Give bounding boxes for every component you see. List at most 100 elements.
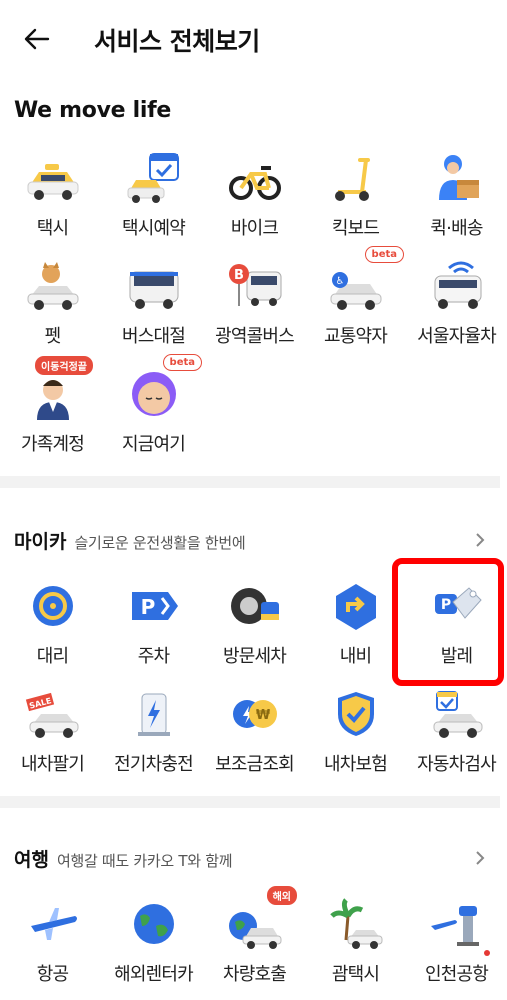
service-incheon-airport[interactable]: 인천공항 xyxy=(408,892,505,1000)
service-label: 주차 xyxy=(137,646,170,667)
service-family-account[interactable]: 이동걱정끝 가족계정 xyxy=(4,356,101,470)
svg-text:♿: ♿ xyxy=(335,276,344,287)
chevron-right-icon[interactable] xyxy=(473,530,487,550)
pet-icon xyxy=(27,262,78,310)
service-label: 가족계정 xyxy=(20,434,85,455)
worry-free-badge: 이동걱정끝 xyxy=(35,356,93,375)
service-pet[interactable]: 펫 xyxy=(4,254,101,362)
service-label: 대리 xyxy=(36,646,69,667)
service-label: 지금여기 xyxy=(121,434,186,455)
service-label: 펫 xyxy=(44,326,62,347)
overseas-rental-icon xyxy=(133,904,174,944)
service-label: 택시 xyxy=(36,218,69,239)
move-services-grid: 택시 택시예약 바이크 킥보드 퀵·배송 펫 버스대절 B 광역콜버스 ♿ be… xyxy=(0,146,507,470)
arrow-left-icon[interactable] xyxy=(22,24,52,54)
quick-delivery-icon xyxy=(438,155,479,200)
mycar-section-header[interactable]: 마이카 슬기로운 운전생활을 한번에 xyxy=(14,527,494,554)
kickboard-icon xyxy=(334,158,370,201)
metro-bus-icon: B xyxy=(228,264,281,306)
header: 서비스 전체보기 xyxy=(0,0,507,78)
page-title: 서비스 전체보기 xyxy=(94,27,260,56)
service-bus-charter[interactable]: 버스대절 xyxy=(105,254,202,362)
service-car-call[interactable]: 해외 차량호출 xyxy=(206,886,303,1000)
service-label: 자동차검사 xyxy=(417,754,497,775)
service-metro-bus[interactable]: B 광역콜버스 xyxy=(206,254,303,362)
ev-charging-icon xyxy=(137,693,170,736)
subsidy-icon: ₩ xyxy=(232,700,277,728)
svg-text:₩: ₩ xyxy=(255,708,270,723)
car-inspection-icon xyxy=(433,691,482,738)
section-subtitle: 여행갈 때도 카카오 T와 함께 xyxy=(56,852,233,870)
section-name: 마이카 xyxy=(14,531,67,553)
bike-icon xyxy=(228,166,281,200)
section-subtitle: 슬기로운 운전생활을 한번에 xyxy=(74,534,246,552)
beta-badge: beta xyxy=(162,354,202,371)
taxi-reservation-icon xyxy=(127,153,179,203)
service-label: 킥보드 xyxy=(331,218,380,239)
chevron-right-icon[interactable] xyxy=(473,848,487,868)
service-label: 교통약자 xyxy=(323,326,388,347)
accessibility-car-icon: ♿ xyxy=(330,272,381,310)
service-car-insurance[interactable]: 내차보험 xyxy=(307,682,404,790)
section-title-move: We move life xyxy=(14,98,171,123)
service-label: 택시예약 xyxy=(121,218,186,239)
service-label: 괌택시 xyxy=(331,964,380,985)
car-wash-icon xyxy=(230,588,279,624)
service-parking[interactable]: P 주차 xyxy=(105,574,202,682)
service-label: 서울자율차 xyxy=(417,326,497,347)
service-label: 바이크 xyxy=(230,218,279,239)
section-divider xyxy=(0,476,500,488)
overseas-badge: 해외 xyxy=(266,886,297,905)
service-guam-taxi[interactable]: 괌택시 xyxy=(307,892,404,1000)
service-label: 차량호출 xyxy=(222,964,287,985)
service-car-inspection[interactable]: 자동차검사 xyxy=(408,682,505,790)
service-sell-car[interactable]: SALE 내차팔기 xyxy=(4,682,101,790)
seoul-autonomous-car-icon xyxy=(434,261,481,309)
svg-text:B: B xyxy=(234,268,244,283)
section-name: 여행 xyxy=(14,849,49,871)
service-car-wash[interactable]: 방문세차 xyxy=(206,574,303,682)
service-navigation[interactable]: 내비 xyxy=(307,574,404,682)
service-label: 전기차충전 xyxy=(114,754,194,775)
airplane-icon xyxy=(30,908,77,940)
service-overseas-rental[interactable]: 해외렌터카 xyxy=(105,892,202,1000)
service-here-now[interactable]: beta 지금여기 xyxy=(105,354,202,470)
service-label: 항공 xyxy=(36,964,69,985)
service-airplane[interactable]: 항공 xyxy=(4,892,101,1000)
svg-text:P: P xyxy=(440,597,450,613)
service-bike[interactable]: 바이크 xyxy=(206,146,303,254)
service-taxi-reservation[interactable]: 택시예약 xyxy=(105,146,202,254)
service-label: 내차보험 xyxy=(323,754,388,775)
service-taxi[interactable]: 택시 xyxy=(4,146,101,254)
service-label: 퀵·배송 xyxy=(430,218,483,239)
travel-section-header[interactable]: 여행 여행갈 때도 카카오 T와 함께 xyxy=(14,845,494,872)
service-ev-charging[interactable]: 전기차충전 xyxy=(105,682,202,790)
service-label: 인천공항 xyxy=(424,964,489,985)
service-label: 광역콜버스 xyxy=(215,326,295,347)
service-accessibility[interactable]: ♿ beta 교통약자 xyxy=(307,246,404,362)
taxi-icon xyxy=(27,164,78,200)
service-label: 보조금조회 xyxy=(215,754,295,775)
service-label: 내차팔기 xyxy=(20,754,85,775)
navigation-icon xyxy=(335,584,376,630)
designated-driver-icon xyxy=(32,586,73,626)
service-valet[interactable]: P 발레 xyxy=(408,574,505,682)
service-quick-delivery[interactable]: 퀵·배송 xyxy=(408,146,505,254)
service-label: 해외렌터카 xyxy=(114,964,194,985)
service-label: 내비 xyxy=(339,646,372,667)
notification-dot xyxy=(484,950,490,956)
service-seoul-autonomous[interactable]: 서울자율차 xyxy=(408,254,505,362)
bus-charter-icon xyxy=(129,271,178,309)
valet-icon: P xyxy=(434,587,482,619)
service-label: 발레 xyxy=(440,646,473,667)
here-now-icon xyxy=(131,372,176,416)
sell-car-icon: SALE xyxy=(25,692,78,738)
car-insurance-icon xyxy=(337,692,374,736)
incheon-airport-icon xyxy=(430,906,479,946)
service-designated-driver[interactable]: 대리 xyxy=(4,574,101,682)
beta-badge: beta xyxy=(364,246,404,263)
svg-text:P: P xyxy=(140,595,155,619)
service-kickboard[interactable]: 킥보드 xyxy=(307,146,404,254)
service-subsidy[interactable]: ₩ 보조금조회 xyxy=(206,682,303,790)
parking-icon: P xyxy=(131,592,178,620)
